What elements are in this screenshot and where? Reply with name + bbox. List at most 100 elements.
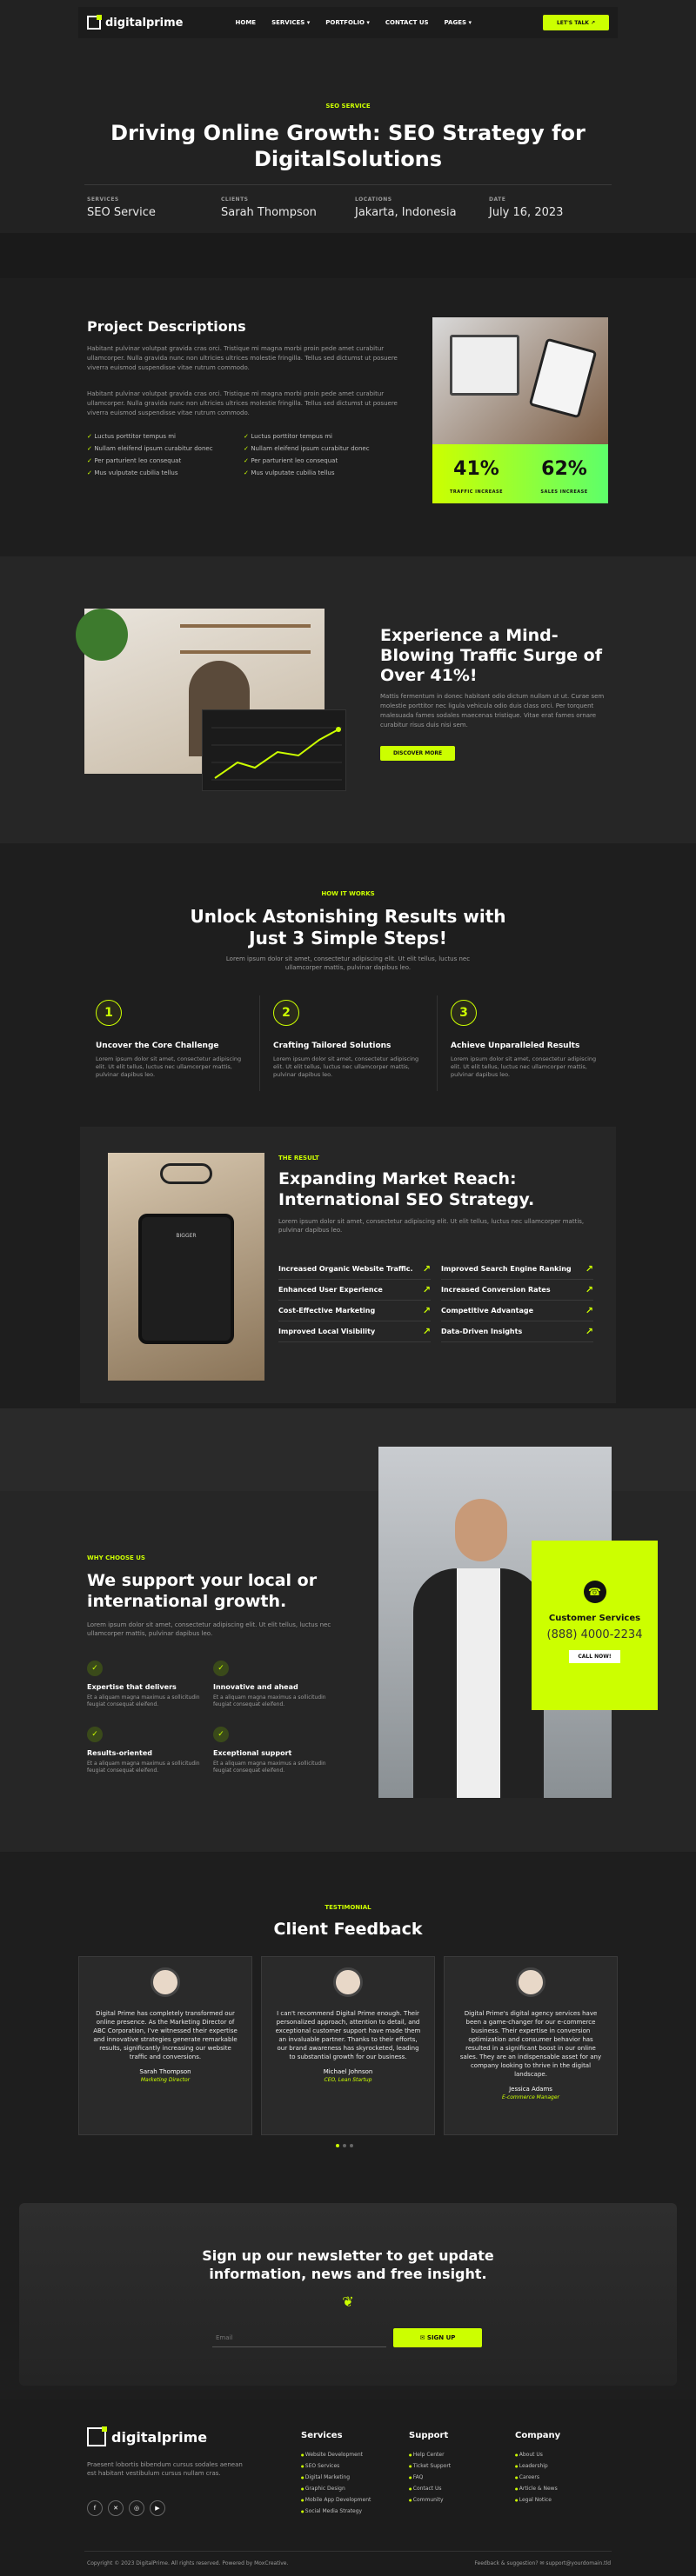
logo-icon: [87, 15, 102, 30]
arrow-up-right-icon: ↗: [422, 1305, 431, 1316]
divider: [437, 995, 438, 1091]
newsletter-section: Sign up our newsletter to get update inf…: [0, 2200, 696, 2400]
result-item[interactable]: Improved Local Visibility ↗: [278, 1321, 431, 1342]
footer-link[interactable]: Leadership: [515, 2460, 560, 2472]
footer-col-company: Company About Us Leadership Careers Arti…: [515, 2431, 560, 2506]
project-paragraph: Habitant pulvinar volutpat gravida cras …: [87, 345, 398, 371]
youtube-icon[interactable]: ▶: [150, 2500, 165, 2516]
footer-link[interactable]: Graphic Design: [301, 2483, 371, 2494]
testimonial-text: Digital Prime's digital agency services …: [459, 2010, 602, 2078]
meta-label: SERVICES: [87, 196, 119, 203]
result-item-label: Competitive Advantage: [441, 1307, 534, 1315]
feedback-link[interactable]: Feedback & suggestion? ✉ support@yourdom…: [474, 2560, 611, 2566]
step-number: 2: [273, 1000, 299, 1026]
result-item[interactable]: Improved Search Engine Ranking ↗: [441, 1259, 593, 1280]
step-title: Crafting Tailored Solutions: [273, 1042, 392, 1050]
brand-logo[interactable]: digitalprime: [87, 15, 184, 30]
stats-panel: 41% TRAFFIC INCREASE 62% SALES INCREASE: [432, 444, 608, 503]
footer-link[interactable]: Ticket Support: [409, 2460, 451, 2472]
testimonial-role: E-commerce Manager: [502, 2094, 559, 2100]
check-item: Luctus porttitor tempus mi: [87, 433, 244, 440]
logo-icon: [87, 2426, 107, 2446]
result-item-label: Enhanced User Experience: [278, 1286, 383, 1294]
footer-link[interactable]: Social Media Strategy: [301, 2506, 371, 2517]
step-3: 3 Achieve Unparalleled Results Lorem ips…: [442, 1000, 607, 1079]
tablet-image: [528, 337, 598, 419]
main-nav: digitalprime HOME SERVICES ▾ PORTFOLIO ▾…: [78, 7, 618, 38]
project-image: [432, 317, 608, 455]
check-icon: ✓: [87, 1661, 103, 1676]
feature-title: Exceptional support: [213, 1749, 292, 1757]
nav-contact[interactable]: CONTACT US: [385, 19, 429, 26]
facebook-icon[interactable]: f: [87, 2500, 103, 2516]
footer-link[interactable]: Careers: [515, 2472, 560, 2483]
nav-home[interactable]: HOME: [236, 19, 257, 26]
email-field[interactable]: [212, 2328, 386, 2347]
result-card: THE RESULT Expanding Market Reach: Inter…: [80, 1127, 616, 1403]
testimonial-name: Michael Johnson: [323, 2068, 373, 2075]
brand-name: digitalprime: [105, 16, 184, 30]
footer-link[interactable]: Website Development: [301, 2449, 371, 2460]
discover-more-button[interactable]: DISCOVER MORE: [380, 746, 455, 761]
sign-up-button[interactable]: ✉ SIGN UP: [393, 2328, 482, 2347]
result-list: Increased Organic Website Traffic. ↗ Impr…: [278, 1259, 593, 1342]
footer-link[interactable]: Mobile App Development: [301, 2494, 371, 2506]
result-item-label: Improved Local Visibility: [278, 1328, 376, 1335]
result-item-label: Increased Organic Website Traffic.: [278, 1265, 413, 1273]
feature-desc: Et a aliquam magna maximus a sollicitudi…: [87, 1761, 200, 1774]
stat-value: 62%: [541, 458, 587, 480]
result-item[interactable]: Increased Organic Website Traffic. ↗: [278, 1259, 431, 1280]
meta-value: Jakarta, Indonesia: [355, 206, 457, 219]
result-item-label: Data-Driven Insights: [441, 1328, 523, 1335]
carousel-dot[interactable]: [336, 2144, 339, 2147]
x-twitter-icon[interactable]: ✕: [108, 2500, 124, 2516]
testimonial-name: Jessica Adams: [509, 2086, 552, 2093]
how-title: Unlock Astonishing Results with Just 3 S…: [190, 906, 506, 949]
arrow-up-right-icon: ↗: [585, 1305, 593, 1316]
leaf-icon: ❦: [342, 2293, 354, 2310]
result-item[interactable]: Data-Driven Insights ↗: [441, 1321, 593, 1342]
footer-link[interactable]: About Us: [515, 2449, 560, 2460]
growth-chart-graphic: [202, 709, 346, 791]
footer-link[interactable]: FAQ: [409, 2472, 451, 2483]
carousel-dot[interactable]: [343, 2144, 346, 2147]
footer-link[interactable]: Legal Notice: [515, 2494, 560, 2506]
avatar: [151, 1967, 180, 1997]
footer-link[interactable]: Digital Marketing: [301, 2472, 371, 2483]
result-item-label: Improved Search Engine Ranking: [441, 1265, 572, 1273]
testimonial-role: Marketing Director: [140, 2077, 191, 2083]
why-subtitle: Lorem ipsum dolor sit amet, consectetur …: [87, 1621, 331, 1637]
result-item-label: Increased Conversion Rates: [441, 1286, 551, 1294]
footer-link[interactable]: SEO Services: [301, 2460, 371, 2472]
footer-link[interactable]: Community: [409, 2494, 451, 2506]
copyright: Copyright © 2023 DigitalPrime. All right…: [87, 2560, 289, 2566]
tablet-image: [138, 1214, 234, 1344]
tablet-hand-image: [108, 1153, 264, 1381]
nav-portfolio[interactable]: PORTFOLIO ▾: [325, 19, 370, 26]
project-section: Project Descriptions Habitant pulvinar v…: [0, 278, 696, 556]
result-item[interactable]: Enhanced User Experience ↗: [278, 1280, 431, 1301]
footer-logo[interactable]: digitalprime: [87, 2426, 207, 2446]
lets-talk-button[interactable]: LET'S TALK ↗: [543, 15, 609, 30]
newsletter-box: Sign up our newsletter to get update inf…: [19, 2203, 677, 2386]
testimonial-text: Digital Prime has completely transformed…: [93, 2010, 238, 2060]
nav-services[interactable]: SERVICES ▾: [271, 19, 310, 26]
instagram-icon[interactable]: ◎: [129, 2500, 144, 2516]
footer-link[interactable]: Article & News: [515, 2483, 560, 2494]
footer-link[interactable]: Contact Us: [409, 2483, 451, 2494]
footer: digitalprime Praesent lobortis bibendum …: [0, 2400, 696, 2576]
footer-col-support: Support Help Center Ticket Support FAQ C…: [409, 2431, 451, 2506]
page-title: Driving Online Growth: SEO Strategy for …: [110, 121, 586, 171]
nav-pages[interactable]: PAGES ▾: [445, 19, 472, 26]
meta-locations: LOCATIONS Jakarta, Indonesia: [355, 196, 485, 219]
carousel-dot[interactable]: [350, 2144, 353, 2147]
plant-image: [76, 609, 128, 661]
check-item: Per parturient leo consequat: [87, 457, 244, 464]
stat-label: TRAFFIC INCREASE: [449, 489, 504, 495]
result-item[interactable]: Competitive Advantage ↗: [441, 1301, 593, 1321]
result-item[interactable]: Cost-Effective Marketing ↗: [278, 1301, 431, 1321]
result-item[interactable]: Increased Conversion Rates ↗: [441, 1280, 593, 1301]
footer-link[interactable]: Help Center: [409, 2449, 451, 2460]
call-now-button[interactable]: CALL NOW!: [569, 1650, 620, 1663]
hero-tag: SEO SERVICE: [325, 103, 371, 110]
